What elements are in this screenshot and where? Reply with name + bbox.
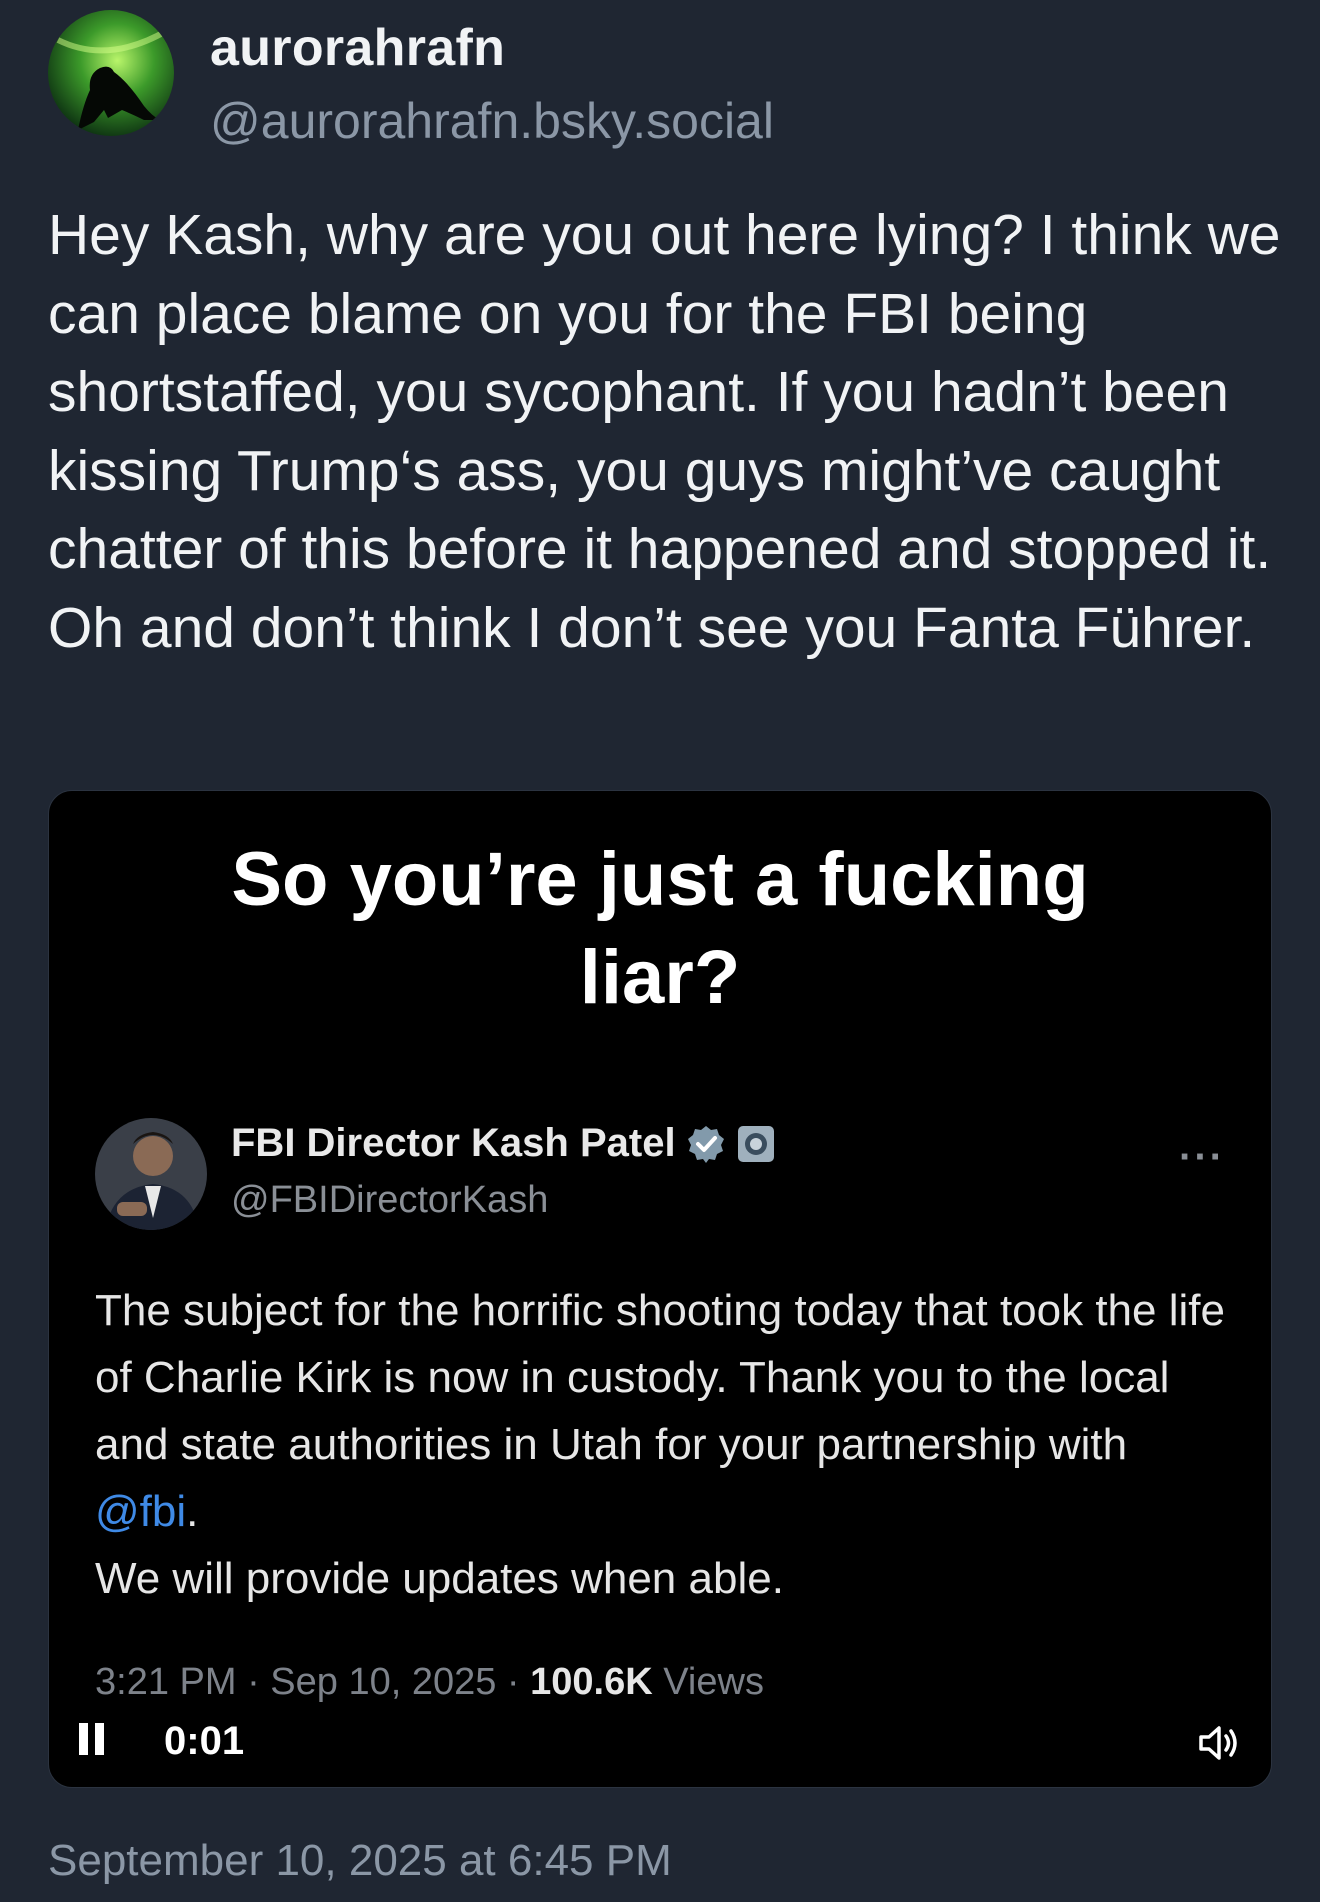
tweet-text-period: . [186,1487,199,1536]
video-controls: 0:01 [49,1711,1271,1771]
tweet-text: The subject for the horrific shooting to… [95,1277,1235,1612]
post: aurorahrafn @aurorahrafn.bsky.social Hey… [0,0,1320,1902]
author-display-name[interactable]: aurorahrafn [210,18,505,78]
video-caption-line1: So you’re just a fucking [231,837,1089,922]
more-options-icon: ··· [1179,1135,1225,1179]
verified-badge-icon [686,1124,726,1164]
tweet-views-label: Views [652,1661,764,1703]
post-text: Hey Kash, why are you out here lying? I … [48,203,1281,660]
pause-icon[interactable] [79,1723,107,1759]
tweet-views-count: 100.6K [530,1661,653,1703]
tweet-text-second-line: We will provide updates when able. [95,1554,784,1603]
author-avatar[interactable] [48,10,174,136]
video-caption: So you’re just a fucking liar? [49,831,1271,1027]
tweet-author-name-text: FBI Director Kash Patel [231,1121,676,1165]
video-elapsed-time: 0:01 [164,1719,245,1763]
tweet-avatar [95,1118,207,1230]
government-seal-icon [736,1124,776,1164]
post-timestamp[interactable]: September 10, 2025 at 6:45 PM [48,1836,672,1886]
tweet-mention: @fbi [95,1487,187,1536]
tweet-text-main: The subject for the horrific shooting to… [95,1286,1225,1469]
tweet-author-name: FBI Director Kash Patel [231,1121,776,1166]
tweet-author-handle: @FBIDirectorKash [231,1179,549,1221]
author-handle[interactable]: @aurorahrafn.bsky.social [210,92,774,150]
volume-icon[interactable] [1197,1723,1241,1763]
video-caption-line2: liar? [579,935,741,1020]
tweet-time: 3:21 PM · Sep 10, 2025 · [95,1661,531,1703]
tweet-meta: 3:21 PM · Sep 10, 2025 · 100.6K Views [95,1661,764,1704]
video-embed[interactable]: So you’re just a fucking liar? FBI Direc… [48,790,1272,1788]
